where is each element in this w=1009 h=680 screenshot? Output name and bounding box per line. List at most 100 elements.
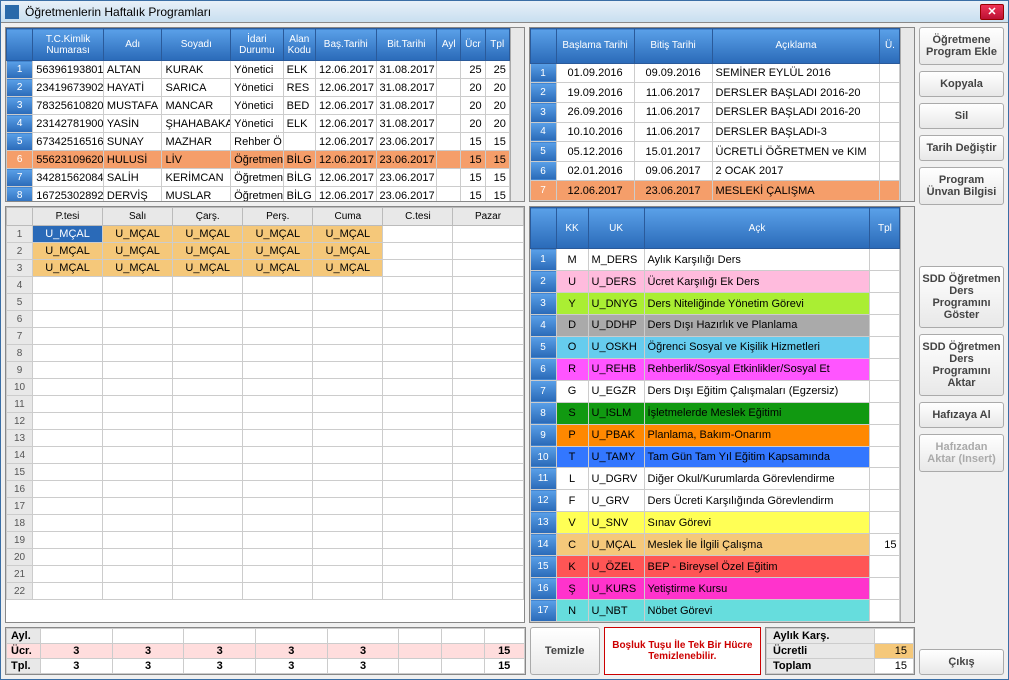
week-row[interactable]: 5: [7, 294, 524, 311]
week-cell[interactable]: [103, 311, 173, 328]
week-cell[interactable]: [453, 226, 523, 243]
week-cell[interactable]: [243, 583, 313, 600]
week-cell[interactable]: [173, 328, 243, 345]
week-cell[interactable]: [33, 532, 103, 549]
week-cell[interactable]: U_MÇAL: [313, 260, 383, 277]
week-cell[interactable]: [383, 549, 453, 566]
week-cell[interactable]: [313, 464, 383, 481]
week-cell[interactable]: [103, 515, 173, 532]
week-cell[interactable]: [453, 311, 523, 328]
col-header[interactable]: Adı: [103, 29, 162, 61]
week-cell[interactable]: [453, 413, 523, 430]
week-cell[interactable]: U_MÇAL: [313, 243, 383, 260]
week-cell[interactable]: [313, 532, 383, 549]
week-cell[interactable]: [173, 362, 243, 379]
table-row[interactable]: 505.12.201615.01.2017ÜCRETLİ ÖĞRETMEN ve…: [530, 142, 900, 162]
week-cell[interactable]: [243, 413, 313, 430]
week-cell[interactable]: [313, 311, 383, 328]
week-cell[interactable]: [243, 379, 313, 396]
week-cell[interactable]: [103, 566, 173, 583]
exit-button[interactable]: Çıkış: [919, 649, 1004, 675]
memory-load-button[interactable]: Hafızadan Aktar (Insert): [919, 434, 1004, 472]
week-cell[interactable]: [173, 294, 243, 311]
week-cell[interactable]: [243, 481, 313, 498]
week-row[interactable]: 21: [7, 566, 524, 583]
legend-row[interactable]: 2UU_DERSÜcret Karşılığı Ek Ders: [530, 271, 900, 293]
table-row[interactable]: 410.10.201611.06.2017DERSLER BAŞLADI-3: [530, 122, 900, 142]
add-program-button[interactable]: Öğretmene Program Ekle: [919, 27, 1004, 65]
week-cell[interactable]: [173, 311, 243, 328]
week-cell[interactable]: [103, 498, 173, 515]
week-cell[interactable]: [33, 277, 103, 294]
week-row[interactable]: 3U_MÇALU_MÇALU_MÇALU_MÇALU_MÇAL: [7, 260, 524, 277]
week-cell[interactable]: [383, 328, 453, 345]
table-row[interactable]: 712.06.201723.06.2017MESLEKİ ÇALIŞMA: [530, 181, 900, 201]
week-cell[interactable]: U_MÇAL: [103, 226, 173, 243]
scrollbar[interactable]: [510, 28, 524, 201]
week-cell[interactable]: [243, 566, 313, 583]
week-cell[interactable]: [383, 481, 453, 498]
week-cell[interactable]: [453, 260, 523, 277]
week-cell[interactable]: [383, 566, 453, 583]
week-cell[interactable]: [243, 311, 313, 328]
week-cell[interactable]: [313, 515, 383, 532]
table-row[interactable]: 602.01.201609.06.20172 OCAK 2017: [530, 161, 900, 181]
week-row[interactable]: 4: [7, 277, 524, 294]
legend-row[interactable]: 8SU_ISLMİşletmelerde Meslek Eğitimi: [530, 402, 900, 424]
week-cell[interactable]: U_MÇAL: [103, 260, 173, 277]
legend-row[interactable]: 14CU_MÇALMeslek İle İlgili Çalışma15: [530, 534, 900, 556]
week-cell[interactable]: [243, 515, 313, 532]
week-cell[interactable]: U_MÇAL: [173, 243, 243, 260]
col-header[interactable]: Başlama Tarihi: [556, 29, 634, 64]
week-row[interactable]: 11: [7, 396, 524, 413]
week-cell[interactable]: [383, 260, 453, 277]
week-cell[interactable]: [103, 464, 173, 481]
scrollbar[interactable]: [900, 28, 914, 201]
legend-row[interactable]: 16ŞU_KURSYetiştirme Kursu: [530, 578, 900, 600]
scrollbar[interactable]: [900, 207, 914, 622]
week-cell[interactable]: [173, 566, 243, 583]
week-cell[interactable]: [33, 311, 103, 328]
week-cell[interactable]: [103, 294, 173, 311]
legend-row[interactable]: 3YU_DNYGDers Niteliğinde Yönetim Görevi: [530, 293, 900, 315]
week-cell[interactable]: [243, 532, 313, 549]
week-row[interactable]: 12: [7, 413, 524, 430]
legend-row[interactable]: 5OU_OSKHÖğrenci Sosyal ve Kişilik Hizmet…: [530, 336, 900, 358]
week-row[interactable]: 2U_MÇALU_MÇALU_MÇALU_MÇALU_MÇAL: [7, 243, 524, 260]
week-cell[interactable]: U_MÇAL: [243, 260, 313, 277]
week-cell[interactable]: [453, 464, 523, 481]
col-header[interactable]: Ayl: [437, 29, 461, 61]
week-cell[interactable]: [453, 379, 523, 396]
week-cell[interactable]: U_MÇAL: [243, 226, 313, 243]
col-header[interactable]: Baş.Tarihi: [315, 29, 376, 61]
week-cell[interactable]: [173, 345, 243, 362]
week-cell[interactable]: [453, 294, 523, 311]
week-cell[interactable]: [383, 447, 453, 464]
close-icon[interactable]: ✕: [980, 4, 1004, 20]
week-cell[interactable]: [453, 515, 523, 532]
table-row[interactable]: 223419673902HAYATİSARICAYöneticiRES12.06…: [7, 79, 510, 97]
week-cell[interactable]: U_MÇAL: [33, 260, 103, 277]
week-cell[interactable]: [383, 379, 453, 396]
week-cell[interactable]: [33, 294, 103, 311]
week-cell[interactable]: [173, 515, 243, 532]
week-cell[interactable]: [313, 328, 383, 345]
week-row[interactable]: 17: [7, 498, 524, 515]
week-row[interactable]: 13: [7, 430, 524, 447]
week-row[interactable]: 18: [7, 515, 524, 532]
legend-row[interactable]: 7GU_EGZRDers Dışı Eğitim Çalışmaları (Eg…: [530, 380, 900, 402]
week-cell[interactable]: [173, 498, 243, 515]
sdd-show-button[interactable]: SDD Öğretmen Ders Programını Göster: [919, 266, 1004, 328]
table-row[interactable]: 326.09.201611.06.2017DERSLER BAŞLADI 201…: [530, 103, 900, 123]
week-cell[interactable]: [243, 498, 313, 515]
week-cell[interactable]: [313, 294, 383, 311]
week-cell[interactable]: [453, 566, 523, 583]
week-row[interactable]: 7: [7, 328, 524, 345]
week-cell[interactable]: [173, 481, 243, 498]
week-cell[interactable]: U_MÇAL: [173, 260, 243, 277]
table-row[interactable]: 219.09.201611.06.2017DERSLER BAŞLADI 201…: [530, 83, 900, 103]
week-row[interactable]: 22: [7, 583, 524, 600]
col-header[interactable]: Ücr: [461, 29, 485, 61]
week-cell[interactable]: [383, 396, 453, 413]
table-row[interactable]: 567342516516SUNAYMAZHARRehber Ö12.06.201…: [7, 133, 510, 151]
